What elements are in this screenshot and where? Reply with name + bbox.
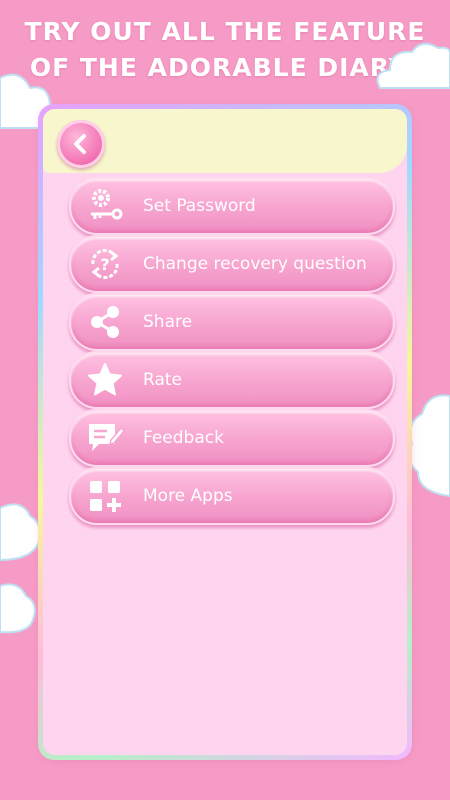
settings-panel: Set Password ? Change recovery question	[38, 104, 412, 760]
menu-label: Share	[143, 312, 193, 332]
question-refresh-icon: ?	[85, 244, 125, 284]
menu-item-more-apps[interactable]: More Apps	[69, 467, 395, 525]
menu-label: Feedback	[143, 428, 224, 448]
menu-label: Set Password	[143, 196, 256, 216]
svg-text:?: ?	[100, 255, 109, 274]
back-button[interactable]	[57, 120, 105, 168]
menu-label: Change recovery question	[143, 254, 367, 274]
menu-item-rate[interactable]: Rate	[69, 351, 395, 409]
menu-item-feedback[interactable]: Feedback	[69, 409, 395, 467]
panel-header	[43, 109, 407, 173]
cloud-bottom-left	[0, 583, 36, 634]
menu-item-change-recovery-question[interactable]: ? Change recovery question	[69, 235, 395, 293]
settings-panel-body: Set Password ? Change recovery question	[43, 109, 407, 755]
menu-item-set-password[interactable]: Set Password	[69, 177, 395, 235]
menu-label: Rate	[143, 370, 182, 390]
share-icon	[85, 302, 125, 342]
menu-item-share[interactable]: Share	[69, 293, 395, 351]
star-icon	[85, 360, 125, 400]
gear-key-icon	[85, 186, 125, 226]
more-apps-icon	[85, 476, 125, 516]
feedback-icon	[85, 418, 125, 458]
menu-label: More Apps	[143, 486, 233, 506]
chevron-left-icon	[74, 134, 86, 154]
cloud-top-right	[376, 42, 450, 89]
